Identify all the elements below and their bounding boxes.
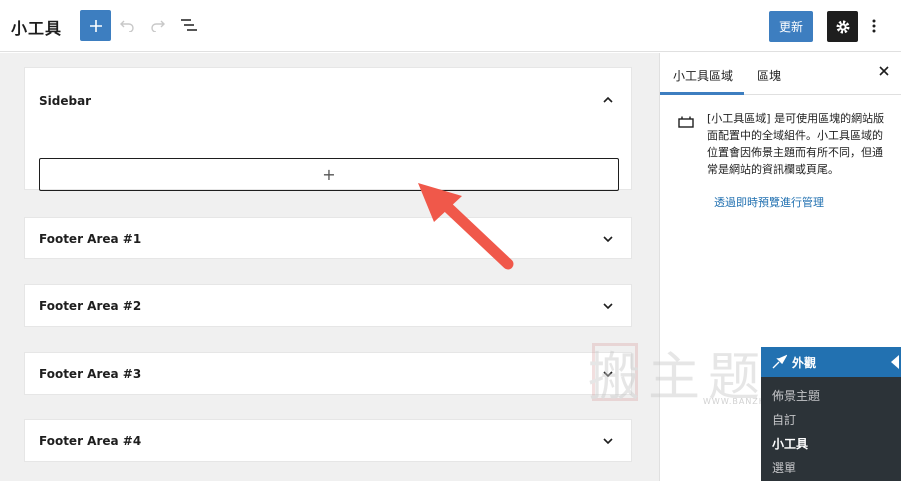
- chevron-down-icon[interactable]: [601, 434, 615, 448]
- widget-area-title: Footer Area #4: [39, 434, 142, 448]
- more-vertical-icon: [872, 19, 876, 33]
- widget-areas-canvas: Sidebar + Footer Area #1 Footer Area #2 …: [0, 53, 659, 481]
- widget-area-title: Footer Area #1: [39, 232, 142, 246]
- list-view-button[interactable]: [178, 14, 200, 36]
- admin-menu-heading: 外觀: [792, 356, 817, 370]
- gear-icon: [836, 20, 849, 33]
- admin-submenu-widgets[interactable]: 小工具: [772, 435, 808, 452]
- admin-submenu-menus[interactable]: 選單: [772, 459, 796, 476]
- chevron-down-icon[interactable]: [601, 232, 615, 246]
- widget-area-footer-1[interactable]: Footer Area #1: [24, 217, 632, 259]
- redo-button[interactable]: [147, 14, 169, 36]
- widget-area-footer-3[interactable]: Footer Area #3: [24, 352, 632, 395]
- editor-header: 小工具 更新: [0, 0, 901, 52]
- widgets-editor: 小工具 更新 Sidebar + Footer Area #1 Footer A…: [0, 0, 901, 481]
- close-icon: [879, 66, 889, 76]
- watermark-url: WWW.BANZH: [703, 397, 766, 406]
- chevron-down-icon[interactable]: [601, 299, 615, 313]
- tab-widget-areas[interactable]: 小工具區域: [673, 67, 733, 84]
- settings-button[interactable]: [827, 11, 858, 42]
- block-area-icon: [678, 116, 694, 128]
- active-tab-indicator: [660, 92, 744, 95]
- tab-block[interactable]: 區塊: [757, 67, 781, 84]
- redo-icon: [151, 20, 165, 32]
- admin-appearance-menu: 外觀 佈景主題 自訂 小工具 選單: [761, 347, 901, 481]
- sidebar-tabs: 小工具區域 區塊: [660, 53, 901, 95]
- more-options-button[interactable]: [866, 14, 882, 38]
- watermark: 搬主题 WWW.BANZH: [588, 335, 788, 415]
- add-block-button[interactable]: [80, 10, 111, 41]
- widget-area-title: Footer Area #3: [39, 367, 142, 381]
- widget-areas-description: [小工具區域] 是可使用區塊的網站版面配置中的全域組件。小工具區域的位置會因佈景…: [707, 112, 885, 176]
- widget-area-title: Sidebar: [39, 94, 92, 108]
- list-view-icon: [181, 19, 197, 31]
- admin-submenu-themes[interactable]: 佈景主題: [772, 387, 820, 404]
- appender-plus: +: [322, 165, 336, 184]
- close-sidebar-button[interactable]: [878, 65, 892, 83]
- widget-area-footer-4[interactable]: Footer Area #4: [24, 419, 632, 462]
- undo-button[interactable]: [116, 14, 138, 36]
- block-appender-button[interactable]: +: [39, 158, 619, 191]
- paintbrush-icon: [772, 354, 787, 369]
- update-button[interactable]: 更新: [769, 11, 813, 42]
- widget-area-footer-2[interactable]: Footer Area #2: [24, 284, 632, 327]
- plus-icon: [89, 19, 102, 32]
- page-title: 小工具: [11, 19, 63, 38]
- admin-menu-pointer: [891, 355, 899, 369]
- undo-icon: [120, 20, 134, 32]
- widget-area-title: Footer Area #2: [39, 299, 142, 313]
- manage-with-live-preview-link[interactable]: 透過即時預覽進行管理: [714, 194, 824, 210]
- admin-menu-appearance[interactable]: 外觀: [761, 347, 901, 377]
- widget-area-sidebar: Sidebar +: [24, 67, 632, 191]
- admin-submenu-customize[interactable]: 自訂: [772, 411, 796, 428]
- chevron-up-icon[interactable]: [601, 93, 615, 107]
